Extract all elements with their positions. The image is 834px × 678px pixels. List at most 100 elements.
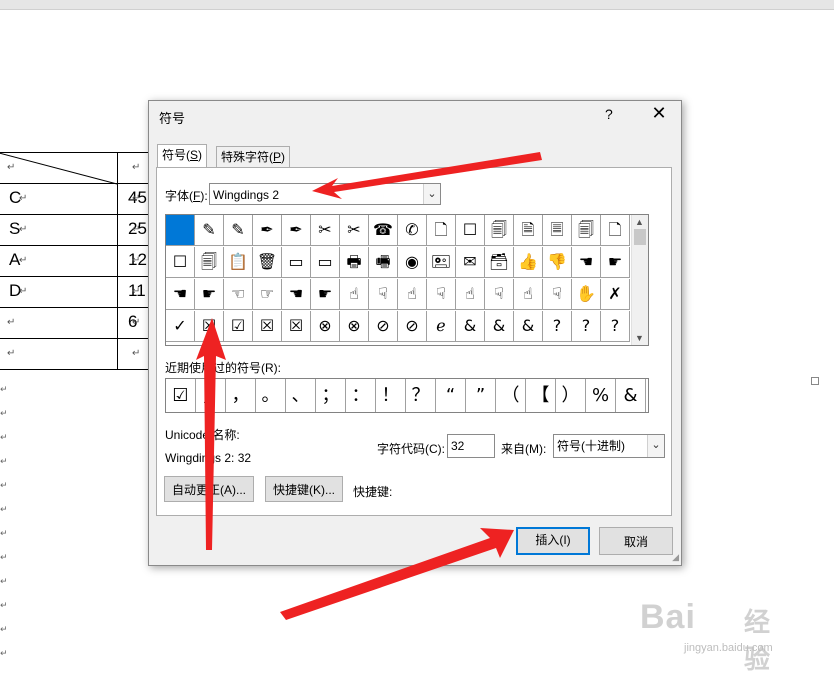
- symbol-cell[interactable]: ☚: [166, 279, 195, 310]
- symbol-grid-scrollbar[interactable]: ▲ ▼: [631, 215, 648, 345]
- recent-symbol[interactable]: 。: [256, 379, 286, 412]
- recent-symbol[interactable]: （: [496, 379, 526, 412]
- recent-symbol[interactable]: ”: [466, 379, 496, 412]
- recent-symbol[interactable]: ！: [376, 379, 406, 412]
- symbol-cell[interactable]: ✒: [282, 215, 311, 246]
- symbol-cell[interactable]: ☝: [456, 279, 485, 310]
- symbol-cell[interactable]: ☑: [224, 311, 253, 342]
- symbol-cell[interactable]: &: [514, 311, 543, 342]
- symbol-cell[interactable]: ☝: [514, 279, 543, 310]
- symbol-grid[interactable]: ✎ ✎ ✒ ✒ ✂ ✂ ☎ ✆ 🗋 ☐ 🗐 🗎 🗏 🗐 🗋 ☐ 🗐 📋 🗑 ▭ ▭ 🖶 🖷 ◉ 🖭 ✉ 🗃 👍 👎 ☚ ☛ ☚ ☛ ☜ ☞ ☚ ☛ ☝ ☟ ☝…: [165, 214, 649, 346]
- symbol-cell[interactable]: ✂: [340, 215, 369, 246]
- symbol-cell[interactable]: ⊘: [398, 311, 427, 342]
- symbol-cell[interactable]: ☛: [601, 247, 630, 278]
- symbol-cell[interactable]: ℯ: [427, 311, 456, 342]
- symbol-cell[interactable]: ?: [601, 311, 630, 342]
- table-cell[interactable]: ↵: [0, 152, 118, 185]
- symbol-cell[interactable]: ✓: [166, 311, 195, 342]
- symbol-cell[interactable]: ☛: [195, 279, 224, 310]
- symbol-cell[interactable]: 👍: [514, 247, 543, 278]
- scroll-up-icon[interactable]: ▲: [635, 217, 644, 227]
- scroll-down-icon[interactable]: ▼: [635, 333, 644, 343]
- symbol-cell[interactable]: ▭: [282, 247, 311, 278]
- symbol-cell[interactable]: ☜: [224, 279, 253, 310]
- symbol-cell[interactable]: 👎: [543, 247, 572, 278]
- symbol-cell[interactable]: ☒: [195, 311, 224, 342]
- symbol-cell[interactable]: &: [456, 311, 485, 342]
- symbol-cell[interactable]: ☟: [485, 279, 514, 310]
- symbol-cell[interactable]: 🖭: [427, 247, 456, 278]
- symbol-cell-selected[interactable]: [166, 215, 195, 246]
- symbol-cell[interactable]: ⊗: [340, 311, 369, 342]
- recent-symbol[interactable]: ；: [316, 379, 346, 412]
- symbol-cell[interactable]: 🗃: [485, 247, 514, 278]
- char-code-input[interactable]: 32: [447, 434, 495, 458]
- symbol-cell[interactable]: ☎: [369, 215, 398, 246]
- table-cell[interactable]: 45 ↵: [117, 183, 149, 215]
- recent-symbols-row[interactable]: ☑，，。、；：！？ “” （【）% &: [165, 378, 649, 413]
- symbol-cell[interactable]: ✎: [224, 215, 253, 246]
- symbol-cell[interactable]: ☝: [398, 279, 427, 310]
- symbol-cell[interactable]: 🗐: [485, 215, 514, 246]
- font-select[interactable]: Wingdings 2 ⌄: [209, 183, 441, 205]
- autocorrect-button[interactable]: 自动更正(A)...: [164, 476, 254, 502]
- symbol-cell[interactable]: ✉: [456, 247, 485, 278]
- symbol-cell[interactable]: ☟: [369, 279, 398, 310]
- symbol-cell[interactable]: 🗋: [427, 215, 456, 246]
- table-cell[interactable]: 6 ↵: [117, 307, 149, 339]
- symbol-cell[interactable]: 🗐: [572, 215, 601, 246]
- symbol-cell[interactable]: ☚: [572, 247, 601, 278]
- help-icon[interactable]: ?: [605, 106, 613, 122]
- table-cell[interactable]: A ↵: [0, 245, 118, 277]
- symbol-cell[interactable]: ✗: [601, 279, 630, 310]
- table-cell[interactable]: D ↵: [0, 276, 118, 308]
- symbol-cell[interactable]: ☟: [427, 279, 456, 310]
- table-cell[interactable]: ↵: [117, 338, 149, 370]
- recent-symbol[interactable]: &: [616, 379, 646, 412]
- resize-grip-icon[interactable]: ◢: [672, 552, 679, 563]
- symbol-cell[interactable]: ☟: [543, 279, 572, 310]
- chevron-down-icon[interactable]: ⌄: [423, 184, 440, 204]
- symbol-cell[interactable]: ☐: [456, 215, 485, 246]
- recent-symbol[interactable]: “: [436, 379, 466, 412]
- symbol-cell[interactable]: 📋: [224, 247, 253, 278]
- symbol-cell[interactable]: ☒: [282, 311, 311, 342]
- symbol-cell[interactable]: ☒: [253, 311, 282, 342]
- symbol-cell[interactable]: ⊘: [369, 311, 398, 342]
- scroll-thumb[interactable]: [634, 229, 646, 245]
- recent-symbol[interactable]: ☑: [166, 379, 196, 412]
- symbol-cell[interactable]: ✒: [253, 215, 282, 246]
- symbol-cell[interactable]: 🖶: [340, 247, 369, 278]
- symbol-cell[interactable]: ☚: [282, 279, 311, 310]
- symbol-cell[interactable]: 🖷: [369, 247, 398, 278]
- tab-symbols[interactable]: 符号(S): [157, 144, 208, 167]
- symbol-cell[interactable]: ?: [572, 311, 601, 342]
- symbol-cell[interactable]: 🗎: [514, 215, 543, 246]
- symbol-cell[interactable]: ▭: [311, 247, 340, 278]
- symbol-cell[interactable]: ☝: [340, 279, 369, 310]
- from-select[interactable]: 符号(十进制) ⌄: [553, 434, 665, 458]
- recent-symbol[interactable]: %: [586, 379, 616, 412]
- recent-symbol[interactable]: ）: [556, 379, 586, 412]
- table-cell[interactable]: C ↵: [0, 183, 118, 215]
- symbol-cell[interactable]: ⊗: [311, 311, 340, 342]
- symbol-cell[interactable]: 🗋: [601, 215, 630, 246]
- recent-symbol[interactable]: ？: [406, 379, 436, 412]
- symbol-cell[interactable]: ☐: [166, 247, 195, 278]
- table-cell[interactable]: 12 ↵: [117, 245, 149, 277]
- symbol-cell[interactable]: 🗑: [253, 247, 282, 278]
- symbol-cell[interactable]: ☞: [253, 279, 282, 310]
- close-icon[interactable]: ✕: [647, 103, 671, 124]
- symbol-cell[interactable]: ✂: [311, 215, 340, 246]
- symbol-cell[interactable]: 🗏: [543, 215, 572, 246]
- insert-button[interactable]: 插入(I): [516, 527, 590, 555]
- recent-symbol[interactable]: ：: [346, 379, 376, 412]
- recent-symbol[interactable]: ，: [226, 379, 256, 412]
- table-cell[interactable]: ↵: [117, 152, 149, 184]
- table-cell[interactable]: ↵: [0, 307, 118, 339]
- symbol-cell[interactable]: ✋: [572, 279, 601, 310]
- chevron-down-icon[interactable]: ⌄: [647, 435, 664, 457]
- table-cell[interactable]: S ↵: [0, 214, 118, 246]
- symbol-cell[interactable]: ?: [543, 311, 572, 342]
- symbol-cell[interactable]: ◉: [398, 247, 427, 278]
